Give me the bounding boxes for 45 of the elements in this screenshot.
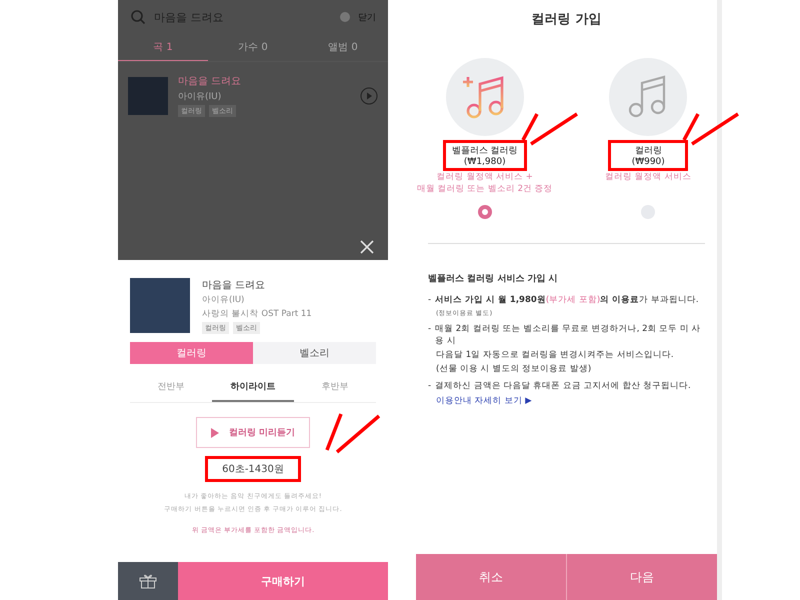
info-note: (선물 이용 시 별도의 정보이용료 발생) xyxy=(435,364,592,376)
type-tab[interactable]: 컬러링 xyxy=(130,342,253,364)
section-tab[interactable]: 전반부 xyxy=(130,376,212,402)
section-tab[interactable]: 후반부 xyxy=(294,376,376,402)
search-icon[interactable] xyxy=(130,9,146,25)
screen-title: 컬러링 가입 xyxy=(530,11,602,28)
result-tab[interactable]: 앨범 0 xyxy=(298,34,388,61)
album-cover xyxy=(130,278,190,333)
play-icon xyxy=(210,428,219,438)
artist-name: 아이유(IU) xyxy=(178,91,222,103)
guide-link[interactable]: 이용안내 자세히 보기 ▶ xyxy=(428,395,532,408)
section-tab[interactable]: 하이라이트 xyxy=(212,376,294,402)
gift-icon xyxy=(139,573,157,589)
plan-description: 컬러링 월정액 서비스 xyxy=(605,171,692,183)
plan-description: 컬러링 월정액 서비스 + xyxy=(436,171,533,183)
info-text: 서비스 가입 시 월 1,980원(부가세 포함)의 이용료가 부과됩니다. xyxy=(435,295,699,307)
close-link[interactable]: 닫기 xyxy=(358,10,376,24)
buy-button[interactable]: 구매하기 xyxy=(178,562,388,600)
plan-price: (₩1,980) xyxy=(464,157,506,167)
song-title[interactable]: 마음을 드려요 xyxy=(178,74,350,88)
info-heading: 벨플러스 컬러링 서비스 가입 시 xyxy=(428,273,559,285)
list-dash: - xyxy=(428,324,432,336)
plan-name: 벨플러스 컬러링 xyxy=(452,145,518,157)
clear-icon[interactable] xyxy=(340,12,350,22)
close-icon[interactable] xyxy=(360,240,374,254)
type-tab[interactable]: 벨소리 xyxy=(253,342,376,364)
plan-description: 매월 컬러링 또는 벨소리 2건 증정 xyxy=(416,183,553,195)
song-title: 마음을 드려요 xyxy=(202,279,266,292)
preview-button[interactable]: 컬러링 미리듣기 xyxy=(196,417,310,448)
info-note: 다음달 1일 자동으로 컬러링을 변경시켜주는 서비스입니다. xyxy=(435,350,675,362)
plan-radio[interactable] xyxy=(478,205,492,219)
info-text: 매월 2회 컬러링 또는 벨소리를 무료로 변경하거나, 2회 모두 미 사용 시 xyxy=(435,324,702,348)
album-cover xyxy=(128,76,168,114)
artist-name: 아이유(IU) xyxy=(202,294,246,306)
play-icon[interactable] xyxy=(360,86,378,104)
plan-price: (₩990) xyxy=(632,157,665,167)
result-tab[interactable]: 곡 1 xyxy=(118,34,208,61)
info-text: 결제하신 금액은 다음달 휴대폰 요금 고지서에 합산 청구됩니다. xyxy=(435,381,691,394)
price-text: 60초-1430원 xyxy=(205,456,301,482)
list-dash: - xyxy=(428,381,432,394)
plan-name: 컬러링 xyxy=(634,145,662,157)
list-dash: - xyxy=(428,295,432,307)
result-tab[interactable]: 가수 0 xyxy=(208,34,298,61)
album-name: 사랑의 불시착 OST Part 11 xyxy=(202,308,313,320)
gift-button[interactable] xyxy=(118,562,178,600)
